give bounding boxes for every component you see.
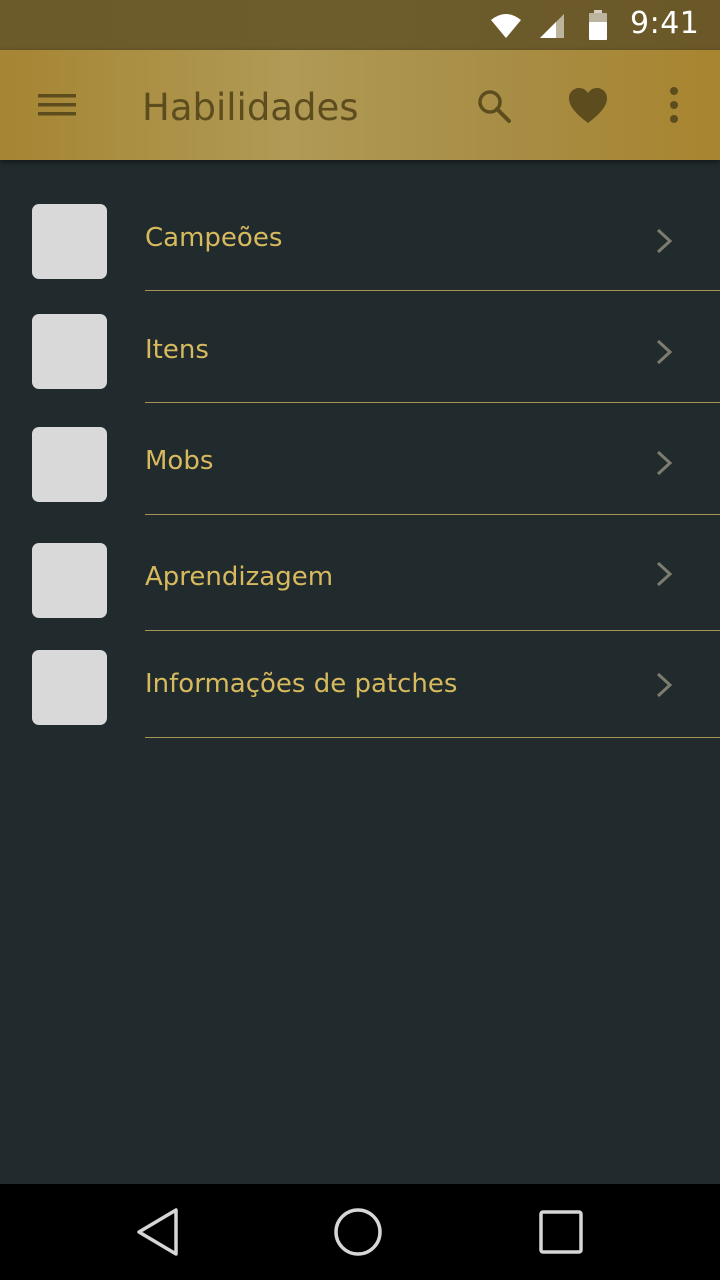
item-thumbnail — [32, 650, 107, 725]
home-icon[interactable] — [332, 1206, 384, 1258]
item-thumbnail — [32, 204, 107, 279]
list-item-label: Aprendizagem — [145, 562, 334, 592]
chevron-right-icon — [656, 228, 673, 254]
list-item-label: Informações de patches — [145, 669, 458, 699]
divider — [145, 514, 720, 515]
list-item-label: Itens — [145, 335, 209, 365]
back-icon[interactable] — [134, 1206, 184, 1258]
divider — [145, 630, 720, 631]
signal-icon — [540, 14, 564, 38]
wifi-icon — [491, 14, 521, 38]
battery-icon — [589, 10, 607, 40]
list-item[interactable]: Campeões — [0, 204, 720, 304]
item-thumbnail — [32, 427, 107, 502]
search-icon[interactable] — [472, 84, 516, 128]
chevron-right-icon — [656, 450, 673, 476]
list-item-label: Mobs — [145, 446, 214, 476]
divider — [145, 290, 720, 291]
chevron-right-icon — [656, 561, 673, 587]
chevron-right-icon — [656, 672, 673, 698]
item-thumbnail — [32, 543, 107, 618]
more-vert-icon[interactable] — [660, 84, 688, 128]
menu-icon[interactable] — [32, 84, 82, 126]
app-bar: Habilidades — [0, 50, 720, 160]
chevron-right-icon — [656, 339, 673, 365]
screen: 9:41 Habilidades Campeões Itens Mobs Apr… — [0, 0, 720, 1280]
status-time: 9:41 — [630, 6, 700, 41]
divider — [145, 737, 720, 738]
navigation-bar — [0, 1184, 720, 1280]
divider — [145, 402, 720, 403]
heart-icon[interactable] — [566, 84, 610, 128]
recents-icon[interactable] — [537, 1208, 585, 1256]
list-item-label: Campeões — [145, 223, 283, 253]
list-item[interactable]: Itens — [0, 314, 720, 414]
list-item[interactable]: Aprendizagem — [0, 543, 720, 643]
list-item[interactable]: Informações de patches — [0, 650, 720, 750]
page-title: Habilidades — [142, 86, 359, 129]
item-thumbnail — [32, 314, 107, 389]
list-item[interactable]: Mobs — [0, 427, 720, 527]
status-bar: 9:41 — [0, 0, 720, 50]
